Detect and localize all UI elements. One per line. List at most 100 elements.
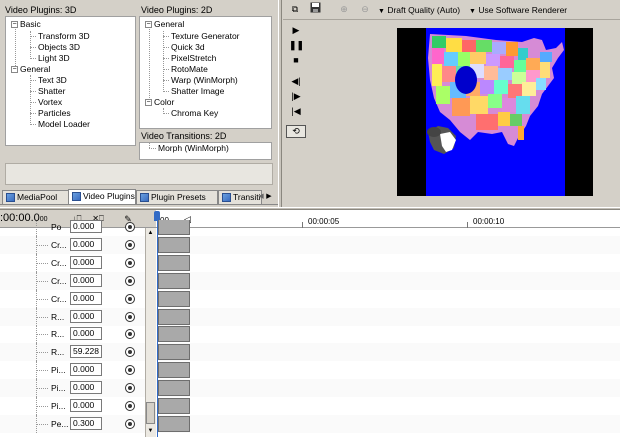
plugins-3d-header: Video Plugins: 3D (5, 5, 77, 15)
tree-item-chroma-key[interactable]: Chroma Key (171, 108, 218, 118)
parameter-label: Pi... (51, 401, 66, 411)
parameter-track-clip[interactable] (158, 291, 190, 307)
scroll-up-icon[interactable]: ▲ (145, 228, 156, 238)
parameter-track-clip[interactable] (158, 326, 190, 342)
keyframe-toggle-icon[interactable] (125, 240, 135, 250)
parameter-value-field[interactable]: 0.000 (70, 256, 102, 269)
parameter-track-clip[interactable] (158, 380, 190, 396)
keyframe-toggle-icon[interactable] (125, 347, 135, 357)
tree-group-basic[interactable]: − Basic (11, 19, 41, 29)
tree-item-transform-3d[interactable]: Transform 3D (38, 31, 90, 41)
collapse-icon[interactable]: − (11, 21, 18, 28)
quality-dropdown[interactable]: ▼ Draft Quality (Auto) (378, 5, 460, 15)
tab-strip (0, 204, 278, 205)
parameter-label: Cr... (51, 240, 67, 250)
parameter-value-field[interactable]: 0.000 (70, 327, 102, 340)
tab-scroll-left-button[interactable]: ◀ (257, 191, 265, 202)
keyframe-toggle-icon[interactable] (125, 312, 135, 322)
plugin-description-bar (5, 163, 273, 185)
parameter-track-clip[interactable] (158, 416, 190, 432)
parameter-value-field[interactable]: 0.000 (70, 274, 102, 287)
keyframe-toggle-icon[interactable] (125, 401, 135, 411)
parameter-value-field[interactable]: 0.000 (70, 399, 102, 412)
loop-toggle-button[interactable]: ⟲ (286, 125, 306, 138)
parameter-row: Cr... 0.000 (0, 272, 620, 290)
parameter-value-field[interactable]: 59.228 (70, 345, 102, 358)
param-scrollbar-thumb[interactable] (146, 402, 155, 424)
pause-icon[interactable]: ❚❚ (289, 38, 304, 52)
dropdown-arrow-icon: ▼ (469, 8, 476, 15)
parameter-value-field[interactable]: 0.000 (70, 238, 102, 251)
keyframe-toggle-icon[interactable] (125, 383, 135, 393)
parameter-row: R... 0.000 (0, 325, 620, 343)
parameter-track-clip[interactable] (158, 309, 190, 325)
keyframe-toggle-icon[interactable] (125, 294, 135, 304)
parameter-row: Po 0.000 (0, 220, 620, 236)
vertical-splitter[interactable] (278, 0, 282, 208)
tree-item-particles[interactable]: Particles (38, 108, 71, 118)
scroll-down-icon[interactable]: ▼ (145, 426, 156, 436)
zoom-out-icon[interactable]: ⊖ (358, 2, 372, 16)
step-forward-icon[interactable]: |▶ (289, 89, 303, 103)
step-back-icon[interactable]: ◀| (289, 74, 303, 88)
tab-mediapool[interactable]: MediaPool (2, 190, 74, 204)
tree-item-morph-winmorph[interactable]: Morph (WinMorph) (158, 143, 229, 153)
tree-group-color[interactable]: − Color (145, 97, 174, 107)
tree-item-light-3d[interactable]: Light 3D (38, 53, 70, 63)
tree-item-text-3d[interactable]: Text 3D (38, 75, 67, 85)
collapse-icon[interactable]: − (145, 99, 152, 106)
parameter-label: R... (51, 329, 65, 339)
parameter-label: R... (51, 347, 65, 357)
parameter-track-clip[interactable] (158, 398, 190, 414)
tree-item-vortex[interactable]: Vortex (38, 97, 62, 107)
parameter-track-clip[interactable] (158, 362, 190, 378)
parameter-list: Po 0.000 Cr... 0.000 Cr... 0.000 Cr... 0.000 Cr.… (0, 220, 620, 437)
plugins-2d-header: Video Plugins: 2D (141, 5, 213, 15)
keyframe-toggle-icon[interactable] (125, 365, 135, 375)
tree-item-model-loader[interactable]: Model Loader (38, 119, 90, 129)
parameter-track-clip[interactable] (158, 344, 190, 360)
tree-item-objects-3d[interactable]: Objects 3D (38, 42, 80, 52)
save-icon[interactable] (308, 2, 322, 16)
collapse-icon[interactable]: − (11, 66, 18, 73)
play-icon[interactable]: ▶ (289, 23, 303, 37)
tree-item-rotomate[interactable]: RotoMate (171, 64, 208, 74)
go-to-start-icon[interactable]: |◀ (289, 104, 303, 118)
parameter-value-field[interactable]: 0.000 (70, 363, 102, 376)
keyframe-toggle-icon[interactable] (125, 419, 135, 429)
parameter-track-clip[interactable] (158, 237, 190, 253)
parameter-value-field[interactable]: 0.000 (70, 292, 102, 305)
tree-group-general-2d[interactable]: − General (145, 19, 184, 29)
tab-plugin-presets[interactable]: Plugin Presets (136, 190, 218, 204)
keyframe-toggle-icon[interactable] (125, 222, 135, 232)
collapse-icon[interactable]: − (145, 21, 152, 28)
zoom-in-icon[interactable]: ⊕ (337, 2, 351, 16)
tab-scroll-right-button[interactable]: ▶ (265, 191, 273, 202)
parameter-track-clip[interactable] (158, 255, 190, 271)
parameter-row: R... 0.000 (0, 308, 620, 326)
tree-item-warp-winmorph[interactable]: Warp (WinMorph) (171, 75, 238, 85)
parameter-label: Po (51, 222, 62, 232)
keyframe-toggle-icon[interactable] (125, 329, 135, 339)
parameter-row: Cr... 0.000 (0, 254, 620, 272)
parameter-value-field[interactable]: 0.300 (70, 417, 102, 430)
parameter-value-field[interactable]: 0.000 (70, 381, 102, 394)
tree-item-shatter[interactable]: Shatter (38, 86, 65, 96)
renderer-dropdown[interactable]: ▼ Use Software Renderer (469, 5, 567, 15)
tree-item-shatter-image[interactable]: Shatter Image (171, 86, 224, 96)
tab-transitions[interactable]: Transitic (218, 190, 262, 204)
parameter-track-clip[interactable] (158, 220, 190, 235)
keyframe-toggle-icon[interactable] (125, 258, 135, 268)
tree-item-texture-generator[interactable]: Texture Generator (171, 31, 240, 41)
copy-icon[interactable]: ⧉ (288, 2, 302, 16)
playhead-line (157, 221, 158, 437)
parameter-value-field[interactable]: 0.000 (70, 220, 102, 233)
stop-icon[interactable]: ■ (289, 53, 303, 67)
tree-group-general-3d[interactable]: − General (11, 64, 50, 74)
tree-item-pixelstretch[interactable]: PixelStretch (171, 53, 216, 63)
parameter-value-field[interactable]: 0.000 (70, 310, 102, 323)
tab-video-plugins[interactable]: Video Plugins (68, 189, 136, 204)
tree-item-quick-3d[interactable]: Quick 3d (171, 42, 205, 52)
keyframe-toggle-icon[interactable] (125, 276, 135, 286)
parameter-track-clip[interactable] (158, 273, 190, 289)
